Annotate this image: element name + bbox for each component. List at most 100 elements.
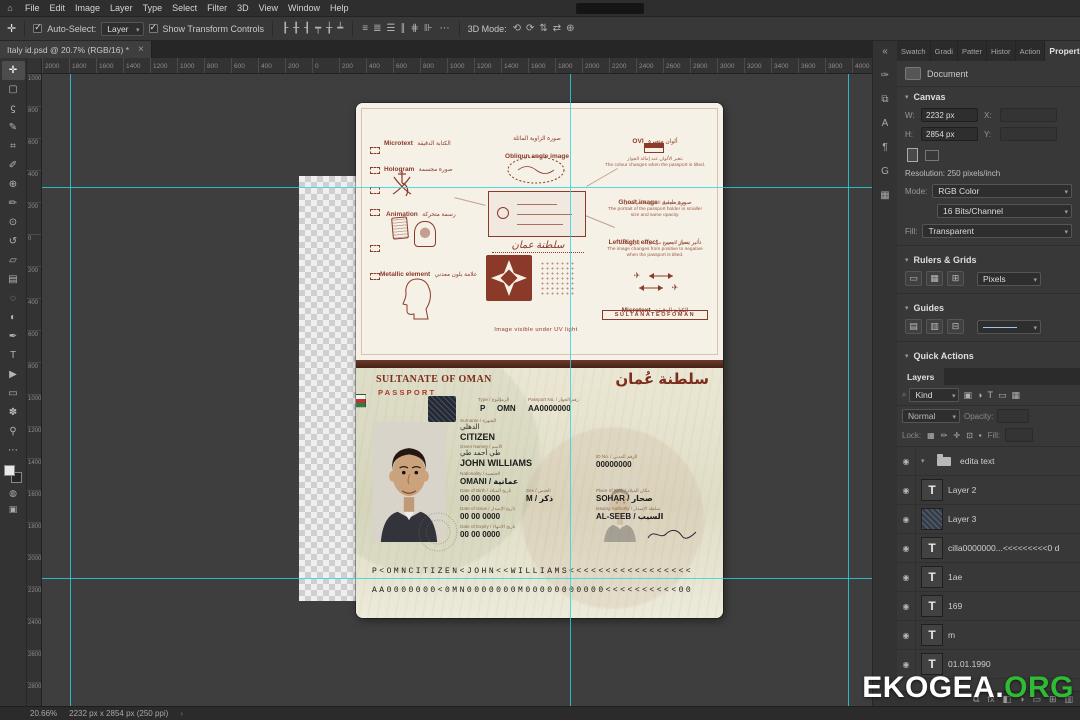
guide-style-dropdown[interactable] [977,319,1041,334]
collapse-panels-icon[interactable]: « [882,46,888,57]
layer-fill-field[interactable] [1005,428,1034,442]
eyedropper-tool[interactable]: ✐ [2,156,25,175]
hand-tool[interactable]: ✽ [2,403,25,422]
guides-section-header[interactable]: Guides [897,298,1080,316]
layer-thumbnail[interactable] [921,595,943,617]
history-brush-tool[interactable]: ↺ [2,232,25,251]
align-top-icon[interactable]: ┯ [314,23,322,34]
guide-vertical-icon[interactable]: ▥ [926,319,943,334]
eraser-tool[interactable]: ▱ [2,251,25,270]
glyphs-panel-icon[interactable]: G [881,166,889,177]
layer-name[interactable]: m [948,630,955,640]
ruler-icon[interactable]: ▭ [905,271,922,286]
color-mode-dropdown[interactable]: RGB Color [932,184,1072,198]
layer-thumbnail[interactable] [921,508,943,530]
distribute-top-icon[interactable]: ≡ [361,23,369,34]
y-field[interactable] [1000,127,1057,141]
layer-name[interactable]: Layer 2 [948,485,976,495]
menu-item[interactable]: Help [325,0,354,17]
blend-mode-dropdown[interactable]: Normal [902,409,960,423]
show-transform-checkbox[interactable] [148,22,158,33]
grid-snap-icon[interactable]: ⊞ [947,271,964,286]
healing-brush-tool[interactable]: ⊕ [2,175,25,194]
menu-item[interactable]: 3D [232,0,254,17]
visibility-eye-icon[interactable] [897,476,916,504]
guide-horizontal[interactable] [27,187,872,188]
panel-tab[interactable]: Properties [1045,41,1080,61]
blur-tool[interactable]: ◌ [2,289,25,308]
brush-settings-icon[interactable]: ✑ [881,70,889,81]
align-bottom-icon[interactable]: ┷ [336,23,344,34]
menu-item[interactable]: Window [283,0,325,17]
filter-adjustment-icon[interactable]: ◑ [976,390,983,401]
3d-scale-icon[interactable]: ⊕ [565,23,575,34]
layer-name[interactable]: cilla0000000...<<<<<<<<<0 d [948,543,1059,553]
move-tool[interactable]: ✛ [1,61,25,80]
bit-depth-dropdown[interactable]: 16 Bits/Channel [937,204,1072,218]
menu-item[interactable]: File [20,0,45,17]
lock-artboard-icon[interactable]: ⊡ [965,431,974,440]
gradient-tool[interactable]: ▤ [2,270,25,289]
quick-selection-tool[interactable]: ✎ [2,118,25,137]
layer-thumbnail[interactable] [921,624,943,646]
marquee-tool[interactable]: ▢ [2,80,25,99]
guide-clear-icon[interactable]: ⊟ [947,319,964,334]
menu-item[interactable]: Edit [45,0,71,17]
3d-drag-icon[interactable]: ⇅ [538,23,548,34]
panel-tab[interactable]: Histor [987,41,1016,61]
passport-document[interactable]: Microtext الكتابة الدقيقة Hologram صورة … [356,103,723,618]
clone-source-icon[interactable]: ⧉ [881,94,888,105]
auto-select-target-dropdown[interactable]: Layer [101,21,144,36]
guide-vertical[interactable] [570,74,571,706]
quick-actions-section-header[interactable]: Quick Actions [897,346,1080,364]
3d-slide-icon[interactable]: ⇄ [552,23,562,34]
foreground-color-swatch[interactable] [4,465,15,476]
layer-name[interactable]: 1ae [948,572,962,582]
filter-smart-icon[interactable]: ▦ [1010,390,1021,401]
layer-thumbnail[interactable] [933,450,955,472]
align-left-icon[interactable]: ┠ [281,23,289,34]
character-panel-icon[interactable]: A [882,118,889,129]
distribute-center-icon[interactable]: ⋕ [409,23,419,34]
visibility-eye-icon[interactable] [897,534,916,562]
distribute-bottom-icon[interactable]: ☰ [385,23,396,34]
menu-item[interactable]: View [254,0,283,17]
visibility-eye-icon[interactable] [897,621,916,649]
filter-shape-icon[interactable]: ▭ [997,390,1008,401]
ruler-units-dropdown[interactable]: Pixels [977,271,1041,286]
app-home-icon[interactable] [0,3,20,13]
align-middle-icon[interactable]: ╁ [325,23,333,34]
crop-tool[interactable]: ⌗ [2,137,25,156]
libraries-panel-icon[interactable]: ▦ [880,190,889,201]
width-field[interactable]: 2232 px [921,108,978,122]
panel-tab[interactable]: Swatch [897,41,931,61]
zoom-tool[interactable]: ⚲ [2,422,25,441]
3d-rotate-icon[interactable]: ⟲ [512,23,522,34]
tab-close-icon[interactable] [138,44,144,55]
horizontal-ruler[interactable]: 2000 1800 1600 1400 1200 1000 800 600 400 200 0 200… [42,58,872,74]
screen-mode-icon[interactable]: ▣ [9,504,18,515]
layer-row[interactable]: 169 [897,592,1080,621]
lock-pixels-icon[interactable]: ✏ [940,431,949,440]
layer-name[interactable]: 01.01.1990 [948,659,991,669]
align-right-icon[interactable]: ┨ [303,23,311,34]
guide-horizontal-icon[interactable]: ▤ [905,319,922,334]
more-options-icon[interactable]: ⋯ [439,23,451,34]
x-field[interactable] [1000,108,1057,122]
layer-row[interactable]: edita text [897,447,1080,476]
panel-tab[interactable]: Action [1016,41,1046,61]
canvas-section-header[interactable]: Canvas [897,87,1080,105]
lock-transparent-icon[interactable]: ▦ [926,431,936,440]
menu-item[interactable]: Layer [105,0,138,17]
filter-type-icon[interactable]: T [986,390,994,401]
3d-roll-icon[interactable]: ⟳ [525,23,535,34]
portrait-orientation-button[interactable] [907,148,918,162]
layers-tab[interactable]: Layers [897,368,945,385]
filter-image-icon[interactable]: ▣ [962,390,973,401]
zoom-level[interactable]: 20.66% [30,709,57,718]
menu-item[interactable]: Filter [202,0,232,17]
panel-tab[interactable]: Patter [958,41,987,61]
rulers-grids-section-header[interactable]: Rulers & Grids [897,250,1080,268]
guide-vertical[interactable] [848,74,849,706]
auto-select-checkbox[interactable] [33,22,43,33]
